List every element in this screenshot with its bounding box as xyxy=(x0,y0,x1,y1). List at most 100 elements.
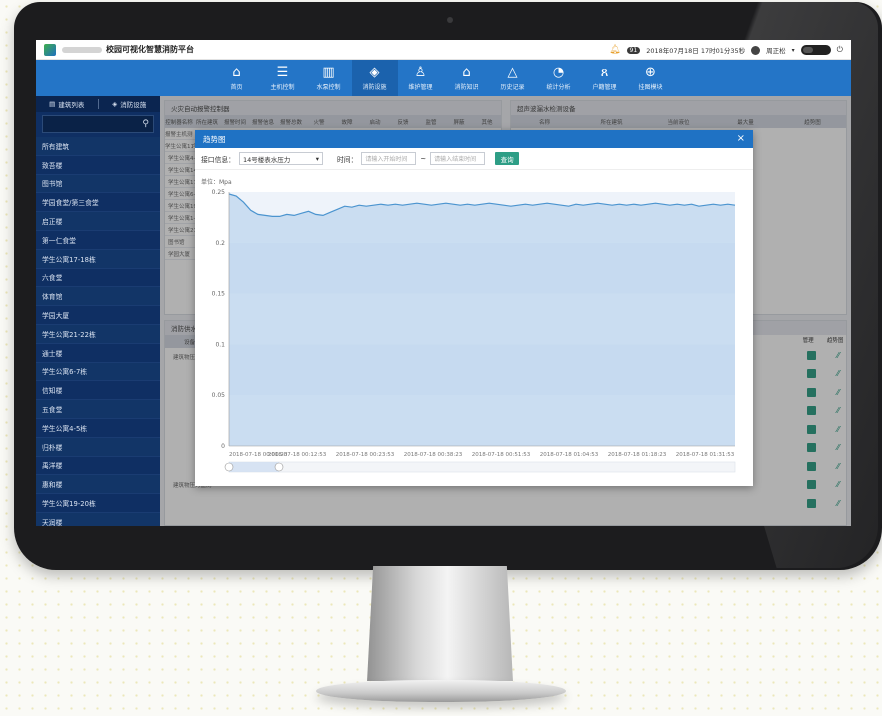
tab-fire-facilities[interactable]: ◈ 消防设施 xyxy=(97,99,161,109)
nav-history[interactable]: △ 历史记录 xyxy=(490,60,536,96)
sidebar-item[interactable]: 致吾楼 xyxy=(36,156,160,175)
x-tick-label: 2018-07-18 01:18:23 xyxy=(608,452,667,458)
blurred-logo-text xyxy=(62,46,102,53)
top-bar: 校园可视化智慧消防平台 🔔︎ 91 2018年07月18日 17时01分35秒 … xyxy=(36,40,851,60)
datetime: 2018年07月18日 17时01分35秒 xyxy=(646,47,746,55)
nav-maintenance[interactable]: ♙ 维护管理 xyxy=(398,60,444,96)
nav-label: 户籍管理 xyxy=(592,83,617,91)
zoom-slider-selection xyxy=(229,462,279,472)
nav-fire-facilities[interactable]: ◈ 消防设施 xyxy=(351,60,398,96)
unit-label: 单位：Mpa xyxy=(201,178,232,186)
y-tick-label: 0 xyxy=(221,443,225,450)
pie-chart-icon: ◔ xyxy=(552,64,565,80)
logout-icon[interactable]: ⏻ xyxy=(837,45,843,55)
sidebar-item[interactable]: 启正楼 xyxy=(36,212,160,231)
sidebar-item[interactable]: 学生公寓4-5栋 xyxy=(36,419,160,438)
sidebar-item[interactable]: 学生公寓21-22栋 xyxy=(36,324,160,344)
start-time-input[interactable]: 请输入开始时间 xyxy=(361,152,417,165)
zoom-handle-left xyxy=(224,462,234,472)
y-tick-label: 0.15 xyxy=(212,291,226,298)
graduation-cap-icon: ⌂ xyxy=(462,64,471,80)
x-tick-label: 2018-07-18 01:04:53 xyxy=(540,452,599,458)
tab-label: 消防设施 xyxy=(120,101,147,109)
warning-icon: △ xyxy=(507,64,518,80)
nav-label: 主机控制 xyxy=(270,83,295,91)
nav-pump-control[interactable]: ▥ 水泵控制 xyxy=(306,60,352,96)
sidebar-item[interactable]: 学园食堂/第三食堂 xyxy=(36,193,160,213)
sidebar-item[interactable]: 学生公寓6-7栋 xyxy=(36,362,160,382)
nav-label: 历史记录 xyxy=(500,83,525,91)
tab-building-list[interactable]: ▤ 建筑列表 xyxy=(36,99,98,109)
x-tick-label: 2018-07-18 00:12:53 xyxy=(268,452,327,458)
filter-bar: 接口信息： 14号楼表水压力 ▾ 时间： 请输入开始时间 ~ 请输入结束时间 查询 xyxy=(195,148,753,170)
trend-chart-svg: 单位：Mpa00.050.10.150.20.252018-07-18 00:0… xyxy=(201,178,736,473)
sidebar-item[interactable]: 信知楼 xyxy=(36,381,160,401)
sidebar-search-input[interactable]: ⚲ xyxy=(42,115,154,133)
sidebar-item[interactable]: 通士楼 xyxy=(36,344,160,363)
x-tick-label: 2018-07-18 01:31:53 xyxy=(676,452,735,458)
nav-label: 水泵控制 xyxy=(316,83,341,91)
chevron-down-icon: ▾ xyxy=(315,154,319,163)
chevron-down-icon[interactable]: ▾ xyxy=(792,47,795,54)
monitor-base xyxy=(316,680,566,702)
sidebar-item[interactable]: 学生公寓19-20栋 xyxy=(36,494,160,513)
sidebar-item[interactable]: 第一仁食堂 xyxy=(36,231,160,250)
nav-label: 消防知识 xyxy=(454,83,479,91)
pump-icon: ▥ xyxy=(322,64,335,80)
sidebar-item[interactable]: 六食堂 xyxy=(36,269,160,288)
bell-icon[interactable]: 🔔︎ xyxy=(609,45,620,55)
y-tick-label: 0.25 xyxy=(212,189,226,196)
main-nav: ⌂ 首页 ☰ 主机控制 ▥ 水泵控制 ◈ 消防设施 ♙ 维护管理 ⌂ 消防知识 △ 历史记录 … xyxy=(36,60,851,96)
time-label: 时间： xyxy=(336,155,358,164)
household-icon: ጸ xyxy=(600,64,609,80)
sidebar-item[interactable]: 学生公寓17-18栋 xyxy=(36,249,160,269)
nav-host-control[interactable]: ☰ 主机控制 xyxy=(260,60,306,96)
nav-fire-knowledge[interactable]: ⌂ 消防知识 xyxy=(444,60,490,96)
sidebar-item[interactable]: 惠和楼 xyxy=(36,475,160,495)
nav-household[interactable]: ጸ 户籍管理 xyxy=(582,60,628,96)
y-tick-label: 0.1 xyxy=(215,341,225,348)
sidebar-item[interactable]: 所有建筑 xyxy=(36,137,160,156)
theme-toggle[interactable] xyxy=(800,45,831,55)
building-list: 所有建筑 致吾楼 图书馆 学园食堂/第三食堂 启正楼 第一仁食堂 学生公寓17-18栋 六食堂… xyxy=(36,137,160,526)
range-separator: ~ xyxy=(420,154,427,163)
username[interactable]: 周正松 xyxy=(766,45,786,55)
x-tick-label: 2018-07-18 00:38:23 xyxy=(404,452,463,458)
sidebar-item[interactable]: 禹洋楼 xyxy=(36,457,160,476)
nav-home[interactable]: ⌂ 首页 xyxy=(214,60,260,96)
zoom-handle-right xyxy=(274,462,284,472)
y-tick-label: 0.05 xyxy=(212,392,226,399)
sidebar-item[interactable]: 五食堂 xyxy=(36,400,160,419)
sidebar-item[interactable]: 学园大厦 xyxy=(36,306,160,325)
x-tick-label: 2018-07-18 00:51:53 xyxy=(472,452,531,458)
nav-statistics[interactable]: ◔ 统计分析 xyxy=(536,60,582,96)
end-time-input[interactable]: 请输入结束时间 xyxy=(430,152,486,165)
nav-label: 统计分析 xyxy=(546,83,571,91)
sidebar-item[interactable]: 归朴楼 xyxy=(36,437,160,457)
search-icon[interactable]: ⚲ xyxy=(142,119,149,129)
x-tick-label: 2018-07-18 00:23:53 xyxy=(336,452,395,458)
facilities-icon: ◈ xyxy=(112,100,118,108)
app-logo-icon xyxy=(44,43,56,56)
list-icon: ▤ xyxy=(49,100,56,108)
sidebar-item[interactable]: 天润楼 xyxy=(36,512,160,526)
home-icon: ⌂ xyxy=(232,64,241,80)
user-avatar-icon xyxy=(751,45,761,55)
sidebar-item[interactable]: 体育馆 xyxy=(36,287,160,307)
nav-map-module[interactable]: ⊕ 挂图模块 xyxy=(628,60,674,96)
sidebar-tabs: ▤ 建筑列表 ◈ 消防设施 xyxy=(36,96,160,112)
top-bar-right: 🔔︎ 91 2018年07月18日 17时01分35秒 周正松 ▾ ⏻ xyxy=(609,40,843,60)
monitor-stand xyxy=(367,566,513,681)
map-icon: ⊕ xyxy=(645,64,656,80)
camera-icon xyxy=(447,17,453,23)
notification-badge[interactable]: 91 xyxy=(626,46,641,54)
nav-label: 消防设施 xyxy=(362,83,387,91)
query-button[interactable]: 查询 xyxy=(495,152,520,165)
sidebar-item[interactable]: 图书馆 xyxy=(36,174,160,194)
close-icon[interactable]: × xyxy=(737,133,745,144)
interface-select[interactable]: 14号楼表水压力 ▾ xyxy=(238,152,323,165)
person-icon: ♙ xyxy=(414,64,427,80)
modal-title: 趋势图 xyxy=(203,134,226,144)
nav-label: 挂图模块 xyxy=(638,83,663,91)
modal-header: 趋势图 × xyxy=(195,130,753,148)
